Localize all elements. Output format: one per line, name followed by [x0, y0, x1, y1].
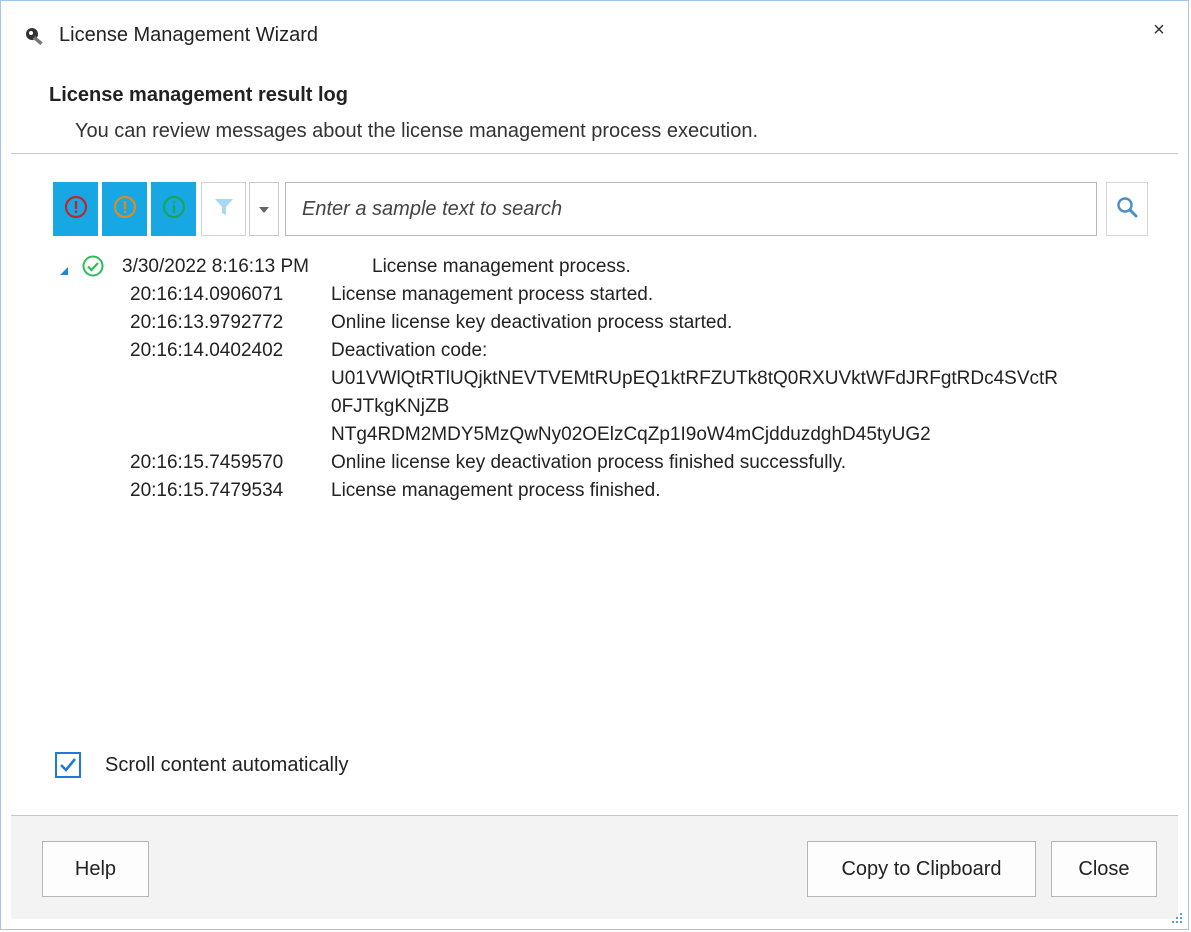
deactivation-code-line: U01VWlQtRTlUQjktNEVTVEMtRUpEQ1ktRFZUTk8t…: [331, 368, 1059, 389]
warning-icon: [113, 195, 137, 224]
warning-filter-toggle[interactable]: [102, 182, 147, 236]
log-entry-message: License management process finished.: [331, 480, 661, 501]
auto-scroll-option[interactable]: Scroll content automatically: [55, 751, 348, 779]
window-title: License Management Wizard: [59, 24, 319, 46]
deactivation-code-line: NTg4RDM2MDY5MzQwNy02OElzCqZp1I9oW4mCjddu…: [331, 424, 931, 445]
log-root-message: License management process.: [372, 256, 631, 277]
title-bar[interactable]: License Management Wizard ×: [1, 1, 1188, 65]
log-entry-message: Online license key deactivation process …: [331, 452, 847, 473]
log-entry[interactable]: 20:16:13.9792772 Online license key deac…: [59, 309, 1168, 337]
page-subtitle: You can review messages about the licens…: [75, 120, 758, 142]
close-window-button[interactable]: ×: [1148, 19, 1170, 41]
resize-grip-icon[interactable]: [1170, 911, 1184, 925]
deactivation-code-line: 0FJTkgKNjZB: [331, 396, 450, 417]
log-root-timestamp: 3/30/2022 8:16:13 PM: [122, 256, 309, 277]
filter-button[interactable]: [201, 182, 246, 236]
filter-dropdown-button[interactable]: [249, 182, 279, 236]
log-entry-message: License management process started.: [331, 284, 654, 305]
header-divider: [11, 153, 1178, 154]
log-entry-time: 20:16:14.0906071: [130, 284, 284, 305]
log-entry[interactable]: 20:16:14.0402402 Deactivation code: U01V…: [59, 337, 1168, 449]
log-entry[interactable]: 20:16:15.7459570 Online license key deac…: [59, 449, 1168, 477]
auto-scroll-checkbox[interactable]: [55, 752, 81, 778]
help-button[interactable]: Help: [42, 841, 149, 897]
chevron-down-icon: [259, 200, 269, 218]
license-wizard-window: License Management Wizard × License mana…: [0, 0, 1189, 930]
log-entry-message: Deactivation code:: [331, 340, 488, 361]
search-field[interactable]: [285, 182, 1097, 236]
log-entry-time: 20:16:15.7459570: [130, 452, 284, 473]
log-entry[interactable]: 20:16:14.0906071 License management proc…: [59, 281, 1168, 309]
log-entry-time: 20:16:13.9792772: [130, 312, 284, 333]
log-tree[interactable]: 3/30/2022 8:16:13 PM License management …: [59, 253, 1168, 505]
search-button[interactable]: [1106, 182, 1148, 236]
search-icon: [1115, 195, 1139, 224]
log-entry-time: 20:16:15.7479534: [130, 480, 284, 501]
key-icon: [23, 25, 47, 49]
page-title: License management result log: [49, 84, 348, 106]
checkmark-icon: [60, 758, 77, 772]
error-filter-toggle[interactable]: [53, 182, 98, 236]
log-entry-time: 20:16:14.0402402: [130, 340, 284, 361]
log-entry[interactable]: 20:16:15.7479534 License management proc…: [59, 477, 1168, 505]
copy-to-clipboard-button[interactable]: Copy to Clipboard: [807, 841, 1036, 897]
log-root-row[interactable]: 3/30/2022 8:16:13 PM License management …: [59, 253, 1168, 281]
log-entry-message: Online license key deactivation process …: [331, 312, 733, 333]
close-button[interactable]: Close: [1051, 841, 1157, 897]
auto-scroll-label: Scroll content automatically: [105, 753, 349, 776]
info-icon: [162, 195, 186, 224]
search-input[interactable]: [300, 183, 1084, 235]
error-icon: [64, 195, 88, 224]
funnel-icon: [212, 195, 236, 224]
info-filter-toggle[interactable]: [151, 182, 196, 236]
